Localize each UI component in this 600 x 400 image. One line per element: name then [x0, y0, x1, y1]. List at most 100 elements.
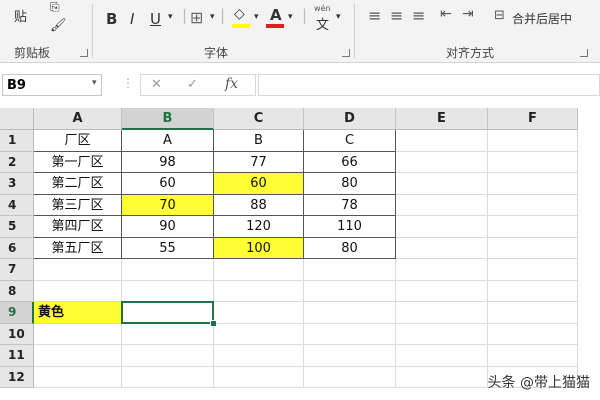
cell-f5[interactable] — [488, 216, 578, 238]
column-header-c[interactable]: C — [214, 108, 304, 130]
cell-b5[interactable]: 90 — [122, 216, 214, 238]
cell-a2[interactable]: 第一厂区 — [34, 151, 122, 173]
cell-d7[interactable] — [304, 259, 396, 281]
cell-a9[interactable]: 黄色 — [34, 302, 122, 324]
column-header-b[interactable]: B — [122, 108, 214, 130]
copy-icon[interactable]: ⎘ — [50, 0, 60, 15]
cell-d9[interactable] — [304, 302, 396, 324]
row-header-1[interactable]: 1 — [0, 130, 34, 152]
cell-d10[interactable] — [304, 323, 396, 345]
row-header-3[interactable]: 3 — [0, 173, 34, 195]
row-header-9[interactable]: 9 — [0, 302, 34, 324]
cell-f8[interactable] — [488, 280, 578, 302]
cell-c2[interactable]: 77 — [214, 151, 304, 173]
font-launcher-icon[interactable] — [342, 49, 350, 57]
row-header-10[interactable]: 10 — [0, 323, 34, 345]
cell-f10[interactable] — [488, 323, 578, 345]
align-left-icon[interactable]: ≡ — [368, 6, 381, 25]
select-all-corner[interactable] — [0, 108, 34, 130]
cell-f2[interactable] — [488, 151, 578, 173]
cell-a7[interactable] — [34, 259, 122, 281]
row-header-12[interactable]: 12 — [0, 366, 34, 388]
cell-a4[interactable]: 第三厂区 — [34, 194, 122, 216]
cell-e5[interactable] — [396, 216, 488, 238]
column-header-a[interactable]: A — [34, 108, 122, 130]
cell-c6[interactable]: 100 — [214, 237, 304, 259]
cell-c1[interactable]: B — [214, 130, 304, 152]
cell-d11[interactable] — [304, 345, 396, 367]
bold-button[interactable]: B — [106, 10, 117, 28]
cell-d12[interactable] — [304, 366, 396, 388]
cell-f3[interactable] — [488, 173, 578, 195]
align-center-icon[interactable]: ≡ — [390, 6, 403, 25]
cell-e6[interactable] — [396, 237, 488, 259]
border-icon[interactable]: ⊞ — [190, 8, 203, 27]
cell-a8[interactable] — [34, 280, 122, 302]
cell-b2[interactable]: 98 — [122, 151, 214, 173]
cell-e3[interactable] — [396, 173, 488, 195]
cell-c5[interactable]: 120 — [214, 216, 304, 238]
fill-color-icon[interactable]: ◇ — [234, 6, 245, 22]
row-header-7[interactable]: 7 — [0, 259, 34, 281]
column-header-d[interactable]: D — [304, 108, 396, 130]
fill-color-dropdown-icon[interactable]: ▾ — [254, 12, 259, 22]
align-right-icon[interactable]: ≡ — [412, 6, 425, 25]
decrease-indent-icon[interactable]: ⇤ — [440, 6, 452, 22]
cell-b8[interactable] — [122, 280, 214, 302]
name-box[interactable]: B9 — [2, 74, 102, 96]
cell-d5[interactable]: 110 — [304, 216, 396, 238]
cell-b4[interactable]: 70 — [122, 194, 214, 216]
cell-a3[interactable]: 第二厂区 — [34, 173, 122, 195]
column-header-e[interactable]: E — [396, 108, 488, 130]
cell-f1[interactable] — [488, 130, 578, 152]
name-box-dropdown-icon[interactable]: ▾ — [92, 78, 97, 88]
cell-b6[interactable]: 55 — [122, 237, 214, 259]
cell-e11[interactable] — [396, 345, 488, 367]
cell-e9[interactable] — [396, 302, 488, 324]
cell-f6[interactable] — [488, 237, 578, 259]
underline-dropdown-icon[interactable]: ▾ — [168, 12, 173, 22]
merge-center-icon[interactable]: ⊟ — [494, 8, 505, 23]
cell-a10[interactable] — [34, 323, 122, 345]
clipboard-launcher-icon[interactable] — [80, 49, 88, 57]
cell-b7[interactable] — [122, 259, 214, 281]
cell-b3[interactable]: 60 — [122, 173, 214, 195]
cell-c9[interactable] — [214, 302, 304, 324]
italic-button[interactable]: I — [130, 10, 134, 28]
cell-e8[interactable] — [396, 280, 488, 302]
cell-d6[interactable]: 80 — [304, 237, 396, 259]
cell-c7[interactable] — [214, 259, 304, 281]
cancel-icon[interactable]: ✕ — [151, 77, 162, 92]
cell-b1[interactable]: A — [122, 130, 214, 152]
cell-b10[interactable] — [122, 323, 214, 345]
formula-input[interactable] — [258, 74, 600, 96]
increase-indent-icon[interactable]: ⇥ — [462, 6, 474, 22]
cell-e10[interactable] — [396, 323, 488, 345]
format-painter-icon[interactable]: 🖌 — [50, 18, 67, 33]
font-color-dropdown-icon[interactable]: ▾ — [288, 12, 293, 22]
cell-a11[interactable] — [34, 345, 122, 367]
cell-c10[interactable] — [214, 323, 304, 345]
cell-a12[interactable] — [34, 366, 122, 388]
paste-button[interactable]: 贴 — [14, 6, 27, 25]
cell-d3[interactable]: 80 — [304, 173, 396, 195]
column-header-f[interactable]: F — [488, 108, 578, 130]
row-header-11[interactable]: 11 — [0, 345, 34, 367]
merge-center-button[interactable]: 合并后居中 — [512, 10, 572, 27]
cell-d1[interactable]: C — [304, 130, 396, 152]
row-header-5[interactable]: 5 — [0, 216, 34, 238]
cell-e2[interactable] — [396, 151, 488, 173]
row-header-8[interactable]: 8 — [0, 280, 34, 302]
cell-c12[interactable] — [214, 366, 304, 388]
cell-d8[interactable] — [304, 280, 396, 302]
fill-handle[interactable] — [210, 319, 217, 327]
cell-e1[interactable] — [396, 130, 488, 152]
cell-d2[interactable]: 66 — [304, 151, 396, 173]
cell-b11[interactable] — [122, 345, 214, 367]
phonetic-dropdown-icon[interactable]: ▾ — [336, 12, 341, 22]
alignment-launcher-icon[interactable] — [580, 49, 588, 57]
cell-c11[interactable] — [214, 345, 304, 367]
cell-a1[interactable]: 厂区 — [34, 130, 122, 152]
cell-d4[interactable]: 78 — [304, 194, 396, 216]
cell-c3[interactable]: 60 — [214, 173, 304, 195]
